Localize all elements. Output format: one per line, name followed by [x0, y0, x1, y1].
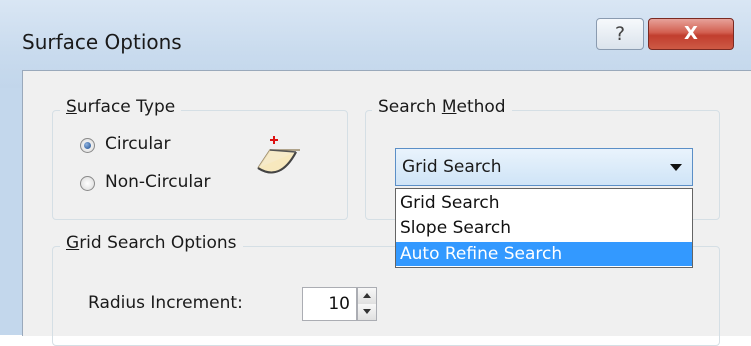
search-method-legend: Search Method	[372, 97, 512, 117]
grid-search-options-legend-accel: G	[66, 233, 80, 253]
arrow-up-icon	[363, 293, 371, 298]
option-slope-search[interactable]: Slope Search	[396, 216, 692, 240]
surface-type-legend-text: urface Type	[76, 97, 176, 117]
radius-increment-input[interactable]: 10	[302, 287, 357, 321]
radio-non-circular-label: Non-Circular	[105, 172, 211, 192]
surface-type-legend: Surface Type	[60, 97, 182, 117]
search-method-legend-accel: M	[441, 97, 457, 117]
help-button[interactable]: ?	[596, 18, 644, 50]
surface-type-legend-accel: S	[66, 97, 77, 117]
radius-increment-spinner	[357, 287, 377, 321]
radio-non-circular-button[interactable]	[80, 176, 95, 191]
close-button[interactable]: X	[648, 18, 734, 50]
option-auto-refine-search[interactable]: Auto Refine Search	[396, 242, 692, 266]
search-method-combobox[interactable]: Grid Search	[395, 148, 693, 186]
surface-options-dialog: Surface Options ? X Surface Type Circula…	[0, 0, 751, 346]
search-method-legend-text: ethod	[456, 97, 506, 117]
search-method-selected: Grid Search	[402, 157, 502, 177]
arrow-down-icon	[363, 309, 371, 314]
option-grid-search[interactable]: Grid Search	[396, 191, 692, 215]
spin-down-button[interactable]	[358, 304, 376, 320]
spin-up-button[interactable]	[358, 288, 376, 305]
dialog-title: Surface Options	[22, 30, 182, 54]
search-method-legend-prefix: Search	[378, 97, 442, 117]
search-method-dropdown-list: Grid Search Slope Search Auto Refine Sea…	[395, 188, 693, 268]
radius-increment-label: Radius Increment:	[88, 293, 243, 313]
help-icon: ?	[614, 23, 626, 45]
grid-search-options-legend: Grid Search Options	[60, 233, 243, 253]
chevron-down-icon[interactable]	[670, 164, 682, 171]
radio-circular-label: Circular	[105, 134, 171, 154]
grid-search-options-legend-text: rid Search Options	[79, 233, 237, 253]
radio-circular-button[interactable]	[80, 138, 95, 153]
circular-slip-surface-icon	[257, 136, 300, 174]
close-icon: X	[684, 23, 698, 44]
